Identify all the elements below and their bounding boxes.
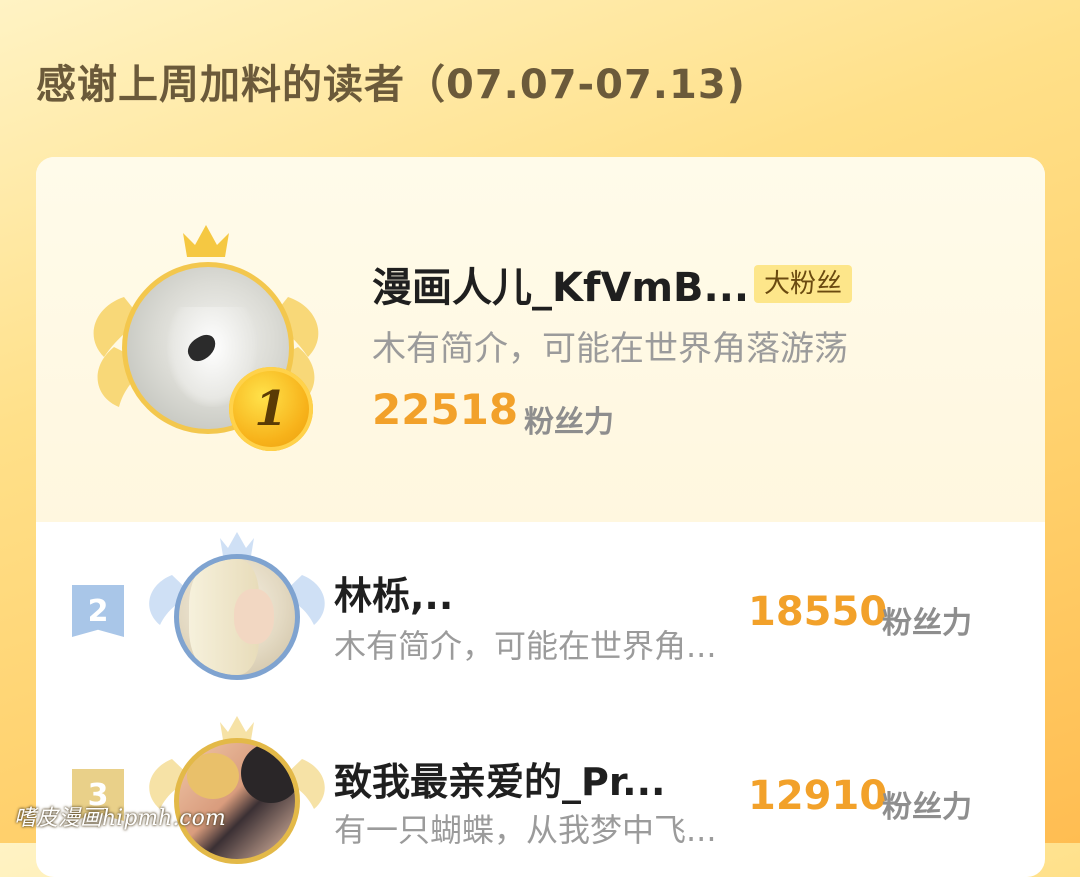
page-title: 感谢上周加料的读者（07.07-07.13) [36,62,746,108]
rank-medal: 1 [229,367,313,451]
fan-power-label: 粉丝力 [882,606,972,641]
top-reader-section[interactable]: 1 漫画人儿_KfVmB... 大粉丝 木有简介，可能在世界角落游荡 22518… [36,157,1045,522]
fan-power-score: 22518 [372,385,519,434]
fan-badge: 大粉丝 [754,265,853,303]
reader-name[interactable]: 致我最亲爱的_Pr... [334,751,665,806]
reader-bio: 木有简介，可能在世界角... [334,627,717,665]
crown-icon [183,225,229,257]
reader-bio: 有一只蝴蝶，从我梦中飞... [334,811,717,849]
watermark: 嗜皮漫画hipmh.com [14,806,226,831]
leaderboard-card: 1 漫画人儿_KfVmB... 大粉丝 木有简介，可能在世界角落游荡 22518… [36,157,1045,877]
fan-power-score: 12910 [748,773,888,819]
reader-name[interactable]: 漫画人儿_KfVmB... [372,255,749,313]
fan-power-score: 18550 [748,589,888,635]
avatar[interactable] [174,554,300,680]
fan-power-label: 粉丝力 [882,790,972,825]
reader-bio: 木有简介，可能在世界角落游荡 [372,329,848,369]
rank-badge: 2 [72,585,124,637]
fan-power-label: 粉丝力 [524,405,614,440]
reader-name[interactable]: 林栎,.. [334,565,453,620]
